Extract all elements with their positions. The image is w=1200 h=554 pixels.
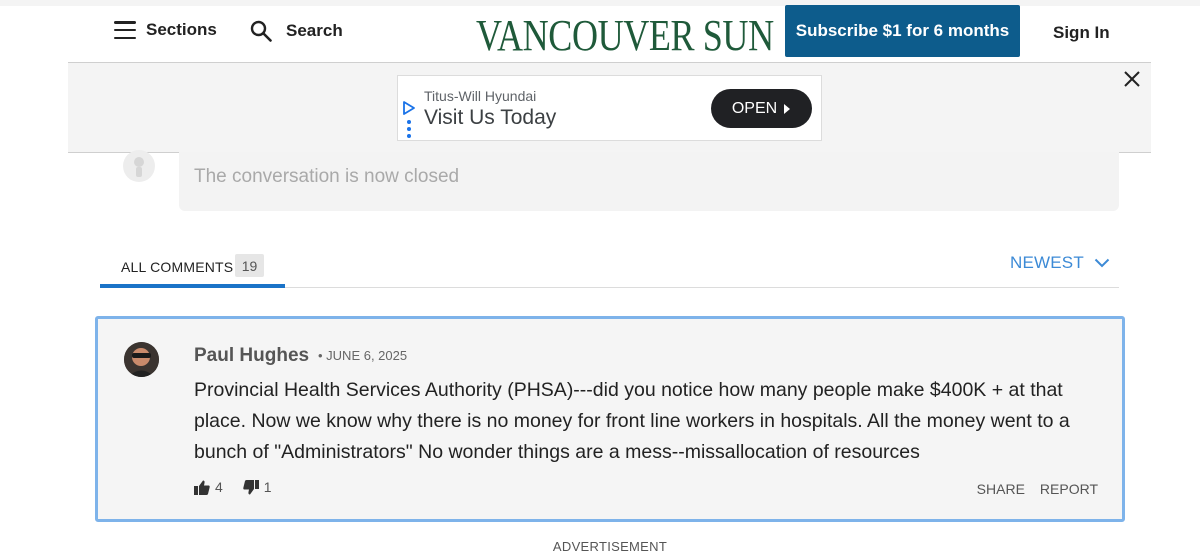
ad-open-button[interactable]: OPEN	[711, 89, 812, 128]
sections-label: Sections	[146, 20, 217, 39]
hamburger-icon	[114, 21, 136, 39]
search-icon	[250, 20, 272, 42]
comment-count-badge: 19	[235, 254, 264, 277]
comment-secondary-actions: SHARE REPORT	[977, 481, 1098, 497]
sign-in-link[interactable]: Sign In	[1053, 23, 1110, 43]
sort-dropdown[interactable]: NEWEST	[1010, 253, 1110, 273]
ad-advertiser: Titus-Will Hyundai	[424, 88, 537, 104]
ad-open-label: OPEN	[731, 99, 778, 117]
comment-body: Provincial Health Services Authority (PH…	[194, 379, 1070, 463]
default-avatar-icon	[123, 150, 155, 182]
site-header: Sections Search VANCOUVER SUN Subscribe …	[0, 5, 1200, 62]
avatar[interactable]	[124, 342, 159, 377]
ad-menu-dots-icon[interactable]	[407, 120, 411, 138]
comment-date: • JUNE 6, 2025	[318, 348, 408, 363]
like-button[interactable]: 4	[194, 479, 223, 495]
user-photo-icon	[124, 342, 159, 377]
ad-creative[interactable]: Titus-Will Hyundai Visit Us Today OPEN	[397, 75, 822, 141]
search-button[interactable]: Search	[250, 20, 343, 42]
play-arrow-icon	[784, 103, 791, 114]
dislike-button[interactable]: 1	[243, 479, 272, 495]
advertisement-label: ADVERTISEMENT	[552, 539, 668, 554]
comment-vote-actions: 4 1	[194, 479, 272, 495]
tab-all-comments[interactable]: ALL COMMENTS 19	[100, 250, 285, 288]
chevron-down-icon	[1094, 258, 1110, 268]
ad-banner: Titus-Will Hyundai Visit Us Today OPEN	[68, 62, 1151, 153]
ad-headline: Visit Us Today	[424, 106, 557, 129]
comment-card: Paul Hughes • JUNE 6, 2025 Provincial He…	[95, 316, 1125, 522]
tab-all-comments-label: ALL COMMENTS	[121, 259, 234, 275]
report-button[interactable]: REPORT	[1040, 481, 1098, 497]
share-button[interactable]: SHARE	[977, 481, 1025, 497]
page: Sections Search VANCOUVER SUN Subscribe …	[0, 0, 1200, 554]
search-label: Search	[286, 21, 343, 40]
site-logo[interactable]: VANCOUVER SUN	[476, 10, 774, 61]
subscribe-button[interactable]: Subscribe $1 for 6 months	[785, 5, 1020, 57]
like-count: 4	[215, 479, 223, 495]
comment-author[interactable]: Paul Hughes	[194, 345, 309, 367]
dislike-count: 1	[263, 479, 272, 495]
conversation-closed-box: The conversation is now closed	[179, 152, 1119, 211]
conversation-closed-text: The conversation is now closed	[194, 166, 460, 187]
close-icon[interactable]	[1122, 69, 1142, 89]
thumbs-down-icon	[243, 479, 259, 494]
sort-label: NEWEST	[1010, 253, 1084, 272]
thumbs-up-icon	[194, 480, 210, 495]
comments-tabs: ALL COMMENTS 19 NEWEST	[100, 250, 1119, 288]
ad-choices-icon	[403, 101, 415, 115]
sections-menu-button[interactable]: Sections	[114, 20, 217, 40]
